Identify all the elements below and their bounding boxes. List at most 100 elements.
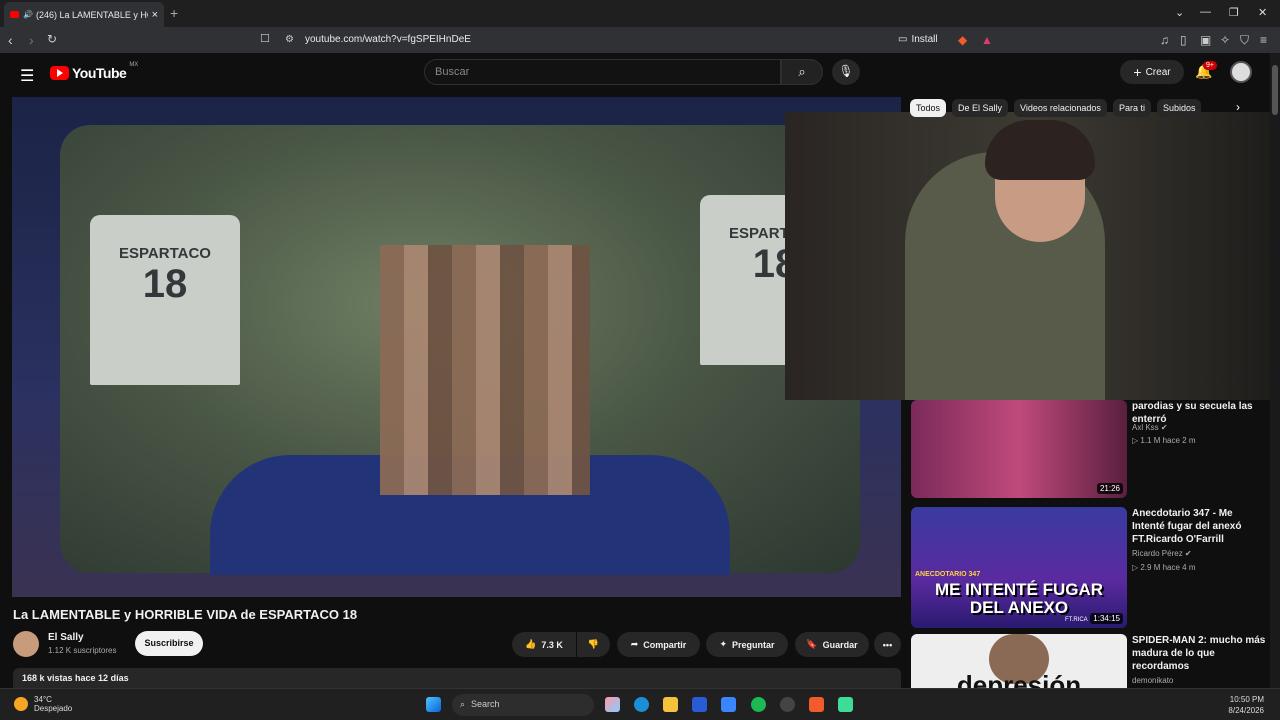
chip-subidos[interactable]: Subidos [1156,99,1202,117]
create-label: Crear [1145,66,1171,78]
forward-arrow-icon[interactable]: › [29,32,34,48]
scrollbar-thumb[interactable] [1272,65,1278,115]
bookmark-icon[interactable]: ☐ [260,32,270,45]
thumb-headline: ME INTENTÉ FUGAR DEL ANEXO [934,580,1104,617]
audio-playing-icon: 🔊 [23,10,33,19]
sparkle-icon: ✦ [719,639,728,649]
more-dots-icon: ••• [882,639,893,650]
thumbs-down-icon: 👎 [587,639,600,649]
channel-name[interactable]: demonikato [1132,676,1173,685]
channel-avatar[interactable] [13,631,39,657]
search-input[interactable]: Buscar [424,59,781,85]
video-thumbnail[interactable]: 21:26 [911,400,1127,498]
outlook-icon[interactable] [721,697,736,712]
menu-icon[interactable]: ≡ [1260,33,1267,47]
brave-shield-icon[interactable]: ◆ [958,33,967,47]
video-title[interactable]: Anecdotario 347 - Me Intenté fugar del a… [1132,507,1267,546]
browser-tab[interactable]: 🔊 (246) La LAMENTABLE y HORRIBLE VIDA de… [4,2,164,27]
new-tab-button[interactable]: + [170,5,178,21]
video-duration: 21:26 [1096,483,1123,494]
reaction-source-video: ESPARTACO 18 ESPARTACO 18 [60,125,860,575]
tab-close-icon[interactable]: × [152,9,158,21]
brave-rewards-icon[interactable]: ▲ [981,33,993,47]
clock-time: 10:50 PM [1229,695,1264,704]
start-button-icon[interactable] [426,697,441,712]
voice-search-button[interactable]: 🎙 [832,59,860,85]
app-green-icon[interactable] [838,697,853,712]
pixelated-face [380,245,590,495]
url-field[interactable]: youtube.com/watch?v=fgSPEIHnDeE [305,34,471,45]
subscriber-count: 1.12 K suscriptores [48,646,117,655]
notification-count-badge: 9+ [1203,61,1217,70]
ask-button[interactable]: ✦ Preguntar [706,632,788,657]
store-icon[interactable] [692,697,707,712]
search-icon: ⌕ [460,699,466,709]
account-avatar[interactable] [1230,61,1252,83]
description-box[interactable]: 168 k vistas hace 12 días [13,668,901,688]
channel-name-link[interactable]: El Sally [48,632,84,643]
dislike-button[interactable]: 👎 [577,632,610,657]
sidebar-icon[interactable]: ▯ [1180,33,1187,47]
youtube-favicon-icon [10,11,19,18]
app-icon[interactable] [780,697,795,712]
save-bookmark-icon: 🔖 [806,639,818,649]
recommendation-item[interactable]: depresión SPIDER-MAN 2: mucho más madura… [911,634,1267,688]
media-icon[interactable]: ♫ [1160,33,1169,47]
site-info-icon[interactable]: ⚙ [285,34,294,45]
subscribe-button[interactable]: Suscribirse [135,631,203,656]
system-clock[interactable]: 10:50 PM 8/24/2026 [1190,694,1264,716]
jersey-left: ESPARTACO 18 [90,215,240,385]
streamer-webcam [785,112,1280,400]
create-button[interactable]: + Crear [1120,60,1184,84]
copilot-icon[interactable] [605,697,620,712]
thumb-tag: ANECDOTARIO 347 [915,571,981,578]
weather-widget[interactable]: 34°C Despejado [14,695,72,713]
channel-name[interactable]: Ricardo Pérez ✔ [1132,549,1192,558]
temperature: 34°C [34,695,52,704]
brave-icon[interactable] [809,697,824,712]
page-scrollbar[interactable] [1270,53,1280,688]
maximize-button[interactable]: ❐ [1229,6,1239,19]
share-label: Compartir [643,639,687,650]
streamer-hair [985,120,1095,180]
wallet-icon[interactable]: ▣ [1200,33,1211,47]
video-thumbnail[interactable]: ANECDOTARIO 347 ME INTENTÉ FUGAR DEL ANE… [911,507,1127,628]
chip-para-ti[interactable]: Para ti [1112,99,1151,117]
youtube-logo[interactable]: YouTube MX [50,62,139,81]
windows-taskbar: 34°C Despejado ⌕ Search 10:50 PM 8/24/20… [0,688,1280,720]
weather-condition: Despejado [34,704,73,713]
video-title[interactable]: SPIDER-MAN 2: mucho más madura de lo que… [1132,634,1267,673]
channel-name[interactable]: Axl Kss ✔ [1132,423,1168,432]
like-button[interactable]: 👍 7.3 K [512,632,576,657]
microphone-icon: 🎙 [838,64,854,78]
reload-icon[interactable]: ↻ [47,32,57,46]
install-label: Install [911,34,938,45]
search-button[interactable]: ⌕ [781,59,823,85]
chip-videos-relacionados[interactable]: Videos relacionados [1014,99,1107,117]
leo-ai-icon[interactable]: ✧ [1220,33,1230,47]
vpn-icon[interactable]: ⛉ [1240,33,1249,48]
more-actions-button[interactable]: ••• [874,632,901,657]
minimize-button[interactable]: — [1200,6,1211,18]
share-button[interactable]: ➦ Compartir [617,632,700,657]
install-button[interactable]: ▭ Install [898,34,938,45]
save-label: Guardar [822,639,858,650]
video-player[interactable]: ESPARTACO 18 ESPARTACO 18 [12,97,901,597]
tab-search-icon[interactable]: ⌄ [1175,6,1184,19]
spotify-icon[interactable] [751,697,766,712]
recommendation-item[interactable]: ANECDOTARIO 347 ME INTENTÉ FUGAR DEL ANE… [911,507,1267,629]
close-window-button[interactable]: ✕ [1258,6,1267,19]
hamburger-menu-icon[interactable]: ☰ [20,66,34,86]
chips-next-arrow-icon[interactable]: › [1236,100,1240,114]
video-thumbnail[interactable]: depresión [911,634,1127,688]
video-title-heading: La LAMENTABLE y HORRIBLE VIDA de ESPARTA… [13,607,358,622]
taskbar-search[interactable]: ⌕ Search [452,694,594,716]
country-code: MX [129,62,139,68]
file-explorer-icon[interactable] [663,697,678,712]
recommendation-item[interactable]: 21:26 parodias y su secuela las enterró … [911,400,1267,500]
edge-icon[interactable] [634,697,649,712]
chip-de-el-sally[interactable]: De El Sally [952,99,1009,117]
chip-todos[interactable]: Todos [910,99,947,117]
back-arrow-icon[interactable]: ‹ [8,32,13,48]
save-button[interactable]: 🔖 Guardar [795,632,869,657]
